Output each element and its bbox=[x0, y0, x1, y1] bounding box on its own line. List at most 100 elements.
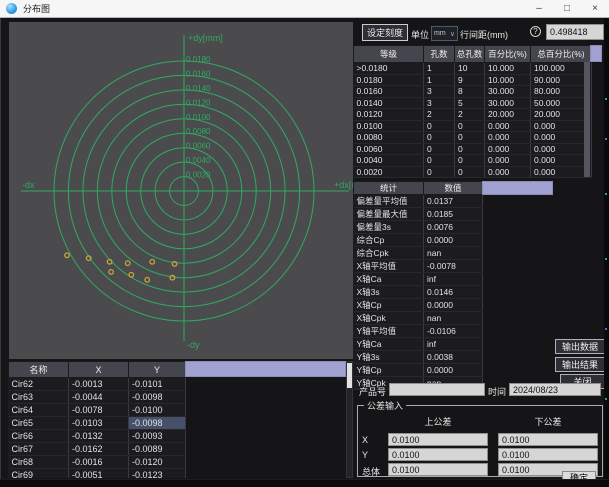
y-row-label: Y bbox=[362, 450, 368, 460]
table-row[interactable]: >0.018011010.000100.000 bbox=[354, 63, 592, 75]
points-table-container: 名称XYCir62-0.0013-0.0101Cir63-0.0044-0.00… bbox=[8, 361, 346, 478]
column-header[interactable]: 总百分比(%) bbox=[531, 46, 592, 63]
table-row[interactable]: 综合Cpknan bbox=[354, 247, 483, 260]
table-row[interactable]: 偏差量平均值0.0137 bbox=[354, 195, 483, 208]
time-label: 时间 bbox=[488, 385, 506, 398]
overall-upper-tolerance-input[interactable]: 0.0100 bbox=[388, 463, 488, 476]
table-row[interactable]: 综合Cp0.0000 bbox=[354, 234, 483, 247]
points-table-scrollbar[interactable] bbox=[346, 361, 353, 478]
table-row[interactable]: X轴Cainf bbox=[354, 273, 483, 286]
tolerance-group: 公差输入 上公差 下公差 X 0.0100 0.0100 Y 0.0100 0.… bbox=[357, 399, 603, 477]
table-row[interactable]: 0.0040000.0000.000 bbox=[354, 155, 592, 167]
taskbar-strip bbox=[0, 479, 609, 487]
svg-text:0.0120: 0.0120 bbox=[186, 98, 211, 107]
table-row[interactable]: 0.01603830.00080.000 bbox=[354, 86, 592, 98]
export-data-button[interactable]: 输出数据 bbox=[555, 339, 605, 354]
column-header[interactable]: X bbox=[69, 362, 129, 378]
points-table: 名称XYCir62-0.0013-0.0101Cir63-0.0044-0.00… bbox=[8, 361, 186, 478]
table-row[interactable]: Y轴平均值-0.0106 bbox=[354, 325, 483, 338]
table-row[interactable]: Y轴3s0.0038 bbox=[354, 351, 483, 364]
table-row[interactable]: 偏差量3s0.0076 bbox=[354, 221, 483, 234]
table-row[interactable]: 0.01202220.00020.000 bbox=[354, 109, 592, 121]
points-table-header-corner bbox=[185, 361, 346, 377]
svg-text:0.0020: 0.0020 bbox=[186, 171, 211, 180]
column-header[interactable]: 名称 bbox=[9, 362, 69, 378]
table-row[interactable]: X轴3s0.0146 bbox=[354, 286, 483, 299]
grade-table: 等级孔数总孔数百分比(%)总百分比(%)>0.018011010.000100.… bbox=[353, 45, 592, 178]
time-value[interactable]: 2024/08/23 bbox=[509, 383, 601, 396]
background-window-strip bbox=[604, 18, 609, 479]
grade-table-scrollbar[interactable] bbox=[584, 62, 590, 177]
y-upper-tolerance-input[interactable]: 0.0100 bbox=[388, 448, 488, 461]
y-lower-tolerance-input[interactable]: 0.0100 bbox=[498, 448, 598, 461]
svg-text:0.0060: 0.0060 bbox=[186, 142, 211, 151]
svg-text:0.0160: 0.0160 bbox=[186, 69, 211, 78]
overall-row-label: 总体 bbox=[362, 465, 380, 478]
table-row[interactable]: Cir66-0.0132-0.0093 bbox=[9, 430, 186, 443]
minimize-icon[interactable]: – bbox=[525, 0, 553, 18]
row-spacing-input[interactable]: 0.498418 bbox=[546, 24, 604, 40]
svg-text:+dy[mm]: +dy[mm] bbox=[188, 33, 223, 43]
set-scale-button[interactable]: 设定刻度 bbox=[362, 24, 408, 41]
table-row[interactable]: 偏差量最大值0.0185 bbox=[354, 208, 483, 221]
column-header[interactable]: 统计 bbox=[354, 182, 424, 195]
column-header[interactable]: 孔数 bbox=[424, 46, 455, 63]
column-header[interactable]: 等级 bbox=[354, 46, 424, 63]
svg-text:0.0080: 0.0080 bbox=[186, 127, 211, 136]
distribution-chart: 0.0020 0.0040 0.0060 0.0080 0.0100 0.0120 0.01… bbox=[9, 22, 353, 359]
titlebar: 分布图 – □ × bbox=[0, 0, 609, 18]
unit-select[interactable]: mm ∨ bbox=[431, 26, 458, 41]
chart-canvas: 0.0020 0.0040 0.0060 0.0080 0.0100 0.0120 0.01… bbox=[9, 22, 353, 359]
table-row[interactable]: Cir69-0.0051-0.0123 bbox=[9, 469, 186, 479]
maximize-icon[interactable]: □ bbox=[553, 0, 581, 18]
table-row[interactable]: Cir68-0.0016-0.0120 bbox=[9, 456, 186, 469]
table-row[interactable]: Y轴Cainf bbox=[354, 338, 483, 351]
table-row[interactable]: X轴Cpknan bbox=[354, 312, 483, 325]
stats-table: 统计数值偏差量平均值0.0137偏差量最大值0.0185偏差量3s0.0076综… bbox=[353, 181, 483, 390]
x-lower-tolerance-input[interactable]: 0.0100 bbox=[498, 433, 598, 446]
product-number-input[interactable] bbox=[389, 383, 485, 396]
help-icon[interactable]: ? bbox=[530, 26, 541, 37]
table-row[interactable]: 0.0020000.0000.000 bbox=[354, 166, 592, 178]
close-icon[interactable]: × bbox=[581, 0, 609, 18]
table-row[interactable]: 0.0080000.0000.000 bbox=[354, 132, 592, 144]
table-row[interactable]: 0.0060000.0000.000 bbox=[354, 143, 592, 155]
column-header[interactable]: 百分比(%) bbox=[485, 46, 531, 63]
stats-table-header-corner bbox=[482, 181, 553, 195]
column-header[interactable]: 总孔数 bbox=[455, 46, 485, 63]
svg-text:0.0180: 0.0180 bbox=[186, 55, 211, 64]
svg-text:+dx[mm]: +dx[mm] bbox=[334, 180, 353, 190]
svg-text:0.0100: 0.0100 bbox=[186, 113, 211, 122]
table-row[interactable]: Y轴Cp0.0000 bbox=[354, 364, 483, 377]
grade-table-header-corner bbox=[590, 45, 602, 62]
product-number-label: 产品号 bbox=[359, 385, 386, 398]
table-row[interactable]: Cir64-0.0078-0.0100 bbox=[9, 404, 186, 417]
table-row[interactable]: X轴Cp0.0000 bbox=[354, 299, 483, 312]
table-row[interactable]: Cir67-0.0162-0.0089 bbox=[9, 443, 186, 456]
window-controls: – □ × bbox=[525, 0, 609, 18]
svg-text:0.0140: 0.0140 bbox=[186, 84, 211, 93]
svg-text:-dy: -dy bbox=[187, 340, 200, 350]
chevron-down-icon: ∨ bbox=[450, 30, 455, 38]
table-row[interactable]: Cir65-0.0103-0.0098 bbox=[9, 417, 186, 430]
tolerance-group-label: 公差输入 bbox=[364, 399, 406, 412]
table-row[interactable]: X轴平均值-0.0078 bbox=[354, 260, 483, 273]
svg-text:0.0040: 0.0040 bbox=[186, 156, 211, 165]
svg-text:-dx: -dx bbox=[22, 180, 35, 190]
column-header[interactable]: Y bbox=[129, 362, 186, 378]
column-header[interactable]: 数值 bbox=[424, 182, 483, 195]
table-row[interactable]: Cir62-0.0013-0.0101 bbox=[9, 378, 186, 391]
unit-select-value: mm bbox=[434, 30, 446, 37]
scrollbar-thumb[interactable] bbox=[347, 363, 352, 388]
export-result-button[interactable]: 输出结果 bbox=[555, 357, 605, 372]
unit-label: 单位 bbox=[411, 28, 429, 41]
table-row[interactable]: 0.0100000.0000.000 bbox=[354, 120, 592, 132]
x-upper-tolerance-input[interactable]: 0.0100 bbox=[388, 433, 488, 446]
row-spacing-label: 行间距(mm) bbox=[460, 28, 508, 41]
table-row[interactable]: 0.01403530.00050.000 bbox=[354, 97, 592, 109]
lower-tolerance-header: 下公差 bbox=[498, 415, 598, 428]
window-content: 0.0020 0.0040 0.0060 0.0080 0.0100 0.0120 0.01… bbox=[0, 18, 604, 479]
upper-tolerance-header: 上公差 bbox=[388, 415, 488, 428]
table-row[interactable]: Cir63-0.0044-0.0098 bbox=[9, 391, 186, 404]
table-row[interactable]: 0.01801910.00090.000 bbox=[354, 74, 592, 86]
